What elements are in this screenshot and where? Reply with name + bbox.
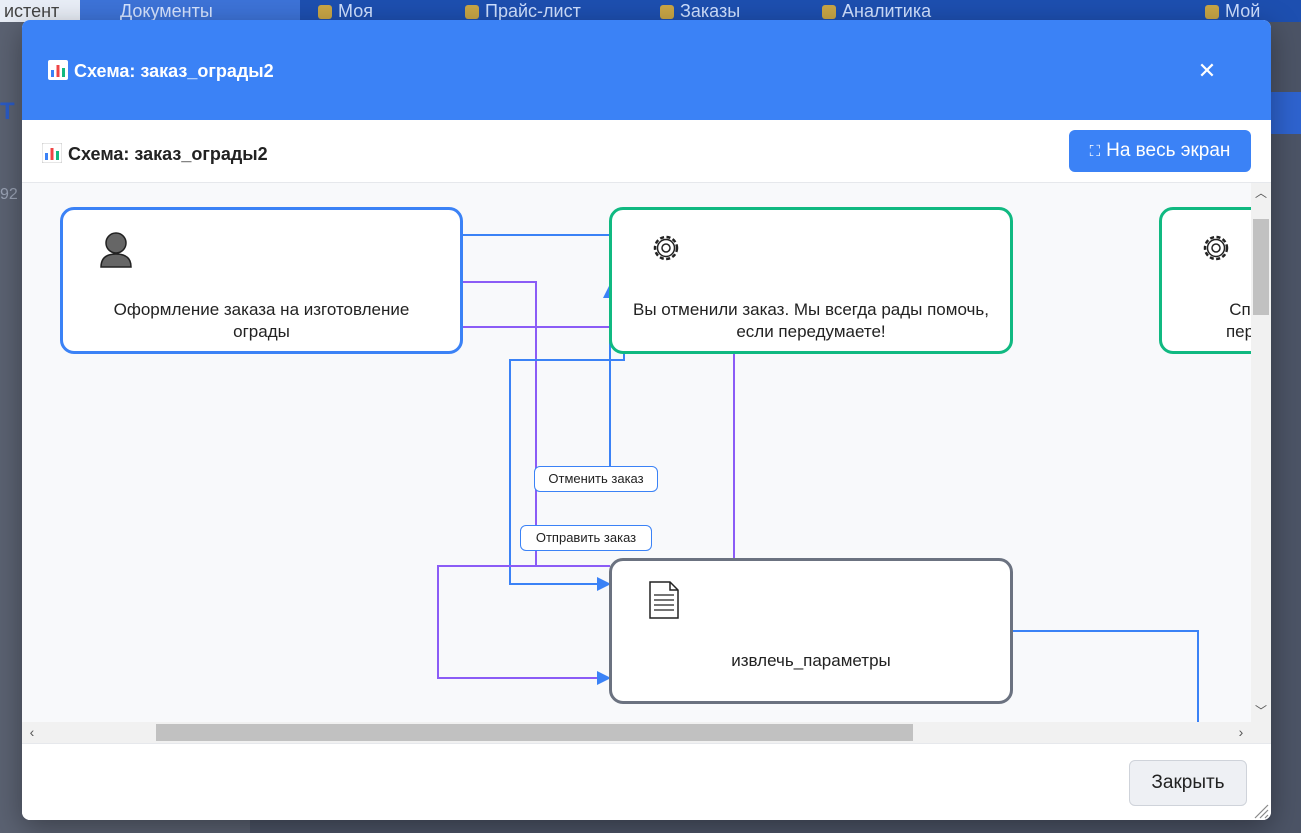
close-icon[interactable]: ✕ <box>1194 58 1220 84</box>
modal-title-text: Схема: заказ_ограды2 <box>74 61 274 81</box>
bg-tab-my-account[interactable]: Мой <box>1205 0 1260 22</box>
node-extract[interactable]: извлечь_параметры <box>609 558 1013 704</box>
node-cancel-text: Вы отменили заказ. Мы всегда рады помочь… <box>633 300 989 341</box>
bg-tab-my[interactable]: Моя <box>318 0 373 22</box>
bg-tab-label: Мой <box>1225 1 1261 21</box>
node-extract-text: извлечь_параметры <box>731 651 891 670</box>
bg-tab-icon <box>318 5 332 20</box>
fullscreen-button[interactable]: ⛶ На весь экран <box>1069 130 1251 172</box>
resize-grip-icon[interactable] <box>1251 801 1269 819</box>
bg-tab-orders[interactable]: Заказы <box>660 0 740 22</box>
bg-tab-label: Аналитика <box>842 1 932 21</box>
bg-tab-label: Моя <box>338 1 373 21</box>
vertical-scrollbar[interactable]: ︿ ﹀ <box>1251 183 1271 743</box>
bar-chart-icon <box>48 60 68 80</box>
horizontal-scroll-thumb[interactable] <box>156 724 913 741</box>
background-action-button[interactable] <box>1268 92 1301 134</box>
horizontal-scrollbar[interactable]: ‹ › <box>22 722 1251 743</box>
scroll-left-icon[interactable]: ‹ <box>22 722 42 743</box>
node-start[interactable]: Оформление заказа на изготовление ограды <box>60 207 463 354</box>
bg-tab-label: Заказы <box>680 1 741 21</box>
edge-label-send-order[interactable]: Отправить заказ <box>520 525 652 551</box>
edge-loop-into-extract <box>437 565 611 685</box>
vertical-scroll-thumb[interactable] <box>1253 219 1269 315</box>
bg-tab-analytics[interactable]: Аналитика <box>822 0 931 22</box>
modal-footer: Закрыть <box>22 743 1271 820</box>
fullscreen-icon: ⛶ <box>1089 143 1101 160</box>
diagram-canvas[interactable]: Оформление заказа на изготовление ограды… <box>22 183 1271 743</box>
bg-tab-documents[interactable]: Документы <box>80 0 300 22</box>
bg-tab-icon <box>822 5 836 20</box>
modal-header: Схема: заказ_ограды2 ✕ <box>22 20 1271 120</box>
scroll-up-icon[interactable]: ︿ <box>1251 183 1271 203</box>
bg-tab-icon <box>465 5 479 20</box>
diagram-title-text: Схема: заказ_ограды2 <box>68 144 268 164</box>
node-start-text: Оформление заказа на изготовление ограды <box>113 300 410 341</box>
close-button[interactable]: Закрыть <box>1129 760 1247 806</box>
bg-tab-icon <box>660 5 674 20</box>
edge-start-cancel-order <box>462 281 610 567</box>
bar-chart-icon <box>42 143 62 163</box>
background-nav-bar: истент Документы Моя Прайс-лист Заказы А… <box>0 0 1301 22</box>
diagram-title: Схема: заказ_ограды2 <box>42 143 268 165</box>
scroll-down-icon[interactable]: ﹀ <box>1251 701 1271 721</box>
bg-tab-pricelist[interactable]: Прайс-лист <box>465 0 581 22</box>
fullscreen-label: На весь экран <box>1106 140 1231 161</box>
bg-tab-assistant[interactable]: истент <box>0 0 80 22</box>
modal-title: Схема: заказ_ограды2 <box>48 60 274 82</box>
bg-tab-icon <box>1205 5 1219 20</box>
bg-tab-label: Прайс-лист <box>485 1 581 21</box>
diagram-modal: Схема: заказ_ограды2 ✕ Схема: заказ_огра… <box>22 20 1271 820</box>
background-side-letter: Т <box>0 98 15 125</box>
scroll-right-icon[interactable]: › <box>1231 722 1251 743</box>
node-cancel[interactable]: Вы отменили заказ. Мы всегда рады помочь… <box>609 207 1013 354</box>
edge-label-cancel-order[interactable]: Отменить заказ <box>534 466 658 492</box>
diagram-toolbar: Схема: заказ_ограды2 ⛶ На весь экран <box>22 120 1271 183</box>
